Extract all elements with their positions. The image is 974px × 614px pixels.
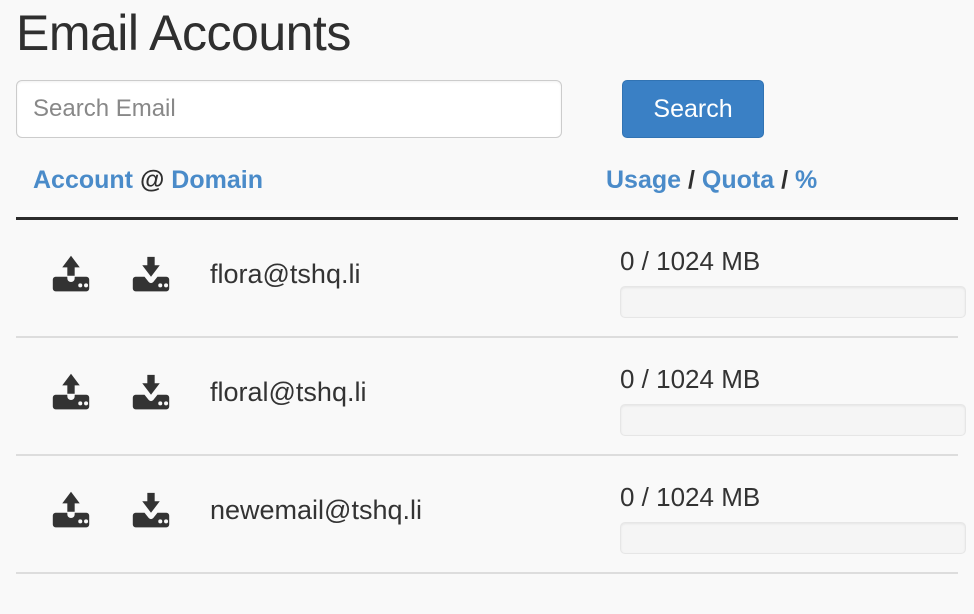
download-icon[interactable] <box>130 489 172 531</box>
account-email[interactable]: newemail@tshq.li <box>210 491 422 529</box>
download-icon[interactable] <box>130 253 172 295</box>
header-at-symbol <box>133 166 140 194</box>
accounts-table: Account @ Domain Usage / Quota / % flora… <box>16 166 966 574</box>
header-space-6 <box>788 166 795 194</box>
header-separator-1: / <box>688 166 695 194</box>
upload-icon[interactable] <box>50 489 92 531</box>
table-row: newemail@tshq.li 0 / 1024 MB <box>16 456 966 574</box>
usage-progress-bar <box>620 522 966 554</box>
usage-text: 0 / 1024 MB <box>620 482 761 512</box>
account-email[interactable]: floral@tshq.li <box>210 373 366 411</box>
header-space-4 <box>695 166 702 194</box>
column-header-account-domain: Account @ Domain <box>33 166 263 195</box>
search-row: Search <box>16 80 958 156</box>
usage-cell: 0 / 1024 MB <box>620 338 966 436</box>
at-symbol: @ <box>139 166 165 194</box>
usage-cell: 0 / 1024 MB <box>620 220 966 318</box>
usage-progress-bar <box>620 286 966 318</box>
row-actions <box>50 371 172 413</box>
email-accounts-page: Email Accounts Search Account @ Domain U… <box>0 0 974 614</box>
sort-link-domain[interactable]: Domain <box>171 166 263 194</box>
header-space-3 <box>681 166 688 194</box>
search-input[interactable] <box>16 80 562 138</box>
usage-progress-bar <box>620 404 966 436</box>
table-row: flora@tshq.li 0 / 1024 MB <box>16 220 966 338</box>
table-row: floral@tshq.li 0 / 1024 MB <box>16 338 966 456</box>
header-separator-2: / <box>781 166 789 194</box>
row-actions <box>50 489 172 531</box>
column-header-usage-quota-percent: Usage / Quota / % <box>606 166 817 195</box>
sort-link-quota[interactable]: Quota <box>702 166 774 194</box>
table-header-row: Account @ Domain Usage / Quota / % <box>16 166 958 214</box>
usage-cell: 0 / 1024 MB <box>620 456 966 554</box>
usage-text: 0 / 1024 MB <box>620 246 761 276</box>
sort-link-account[interactable]: Account <box>33 166 133 194</box>
search-button[interactable]: Search <box>622 80 764 138</box>
page-title: Email Accounts <box>16 5 351 61</box>
download-icon[interactable] <box>130 371 172 413</box>
sort-link-usage[interactable]: Usage <box>606 166 681 194</box>
upload-icon[interactable] <box>50 253 92 295</box>
upload-icon[interactable] <box>50 371 92 413</box>
account-email[interactable]: flora@tshq.li <box>210 255 360 293</box>
row-actions <box>50 253 172 295</box>
sort-link-percent[interactable]: % <box>795 166 817 194</box>
usage-text: 0 / 1024 MB <box>620 364 761 394</box>
